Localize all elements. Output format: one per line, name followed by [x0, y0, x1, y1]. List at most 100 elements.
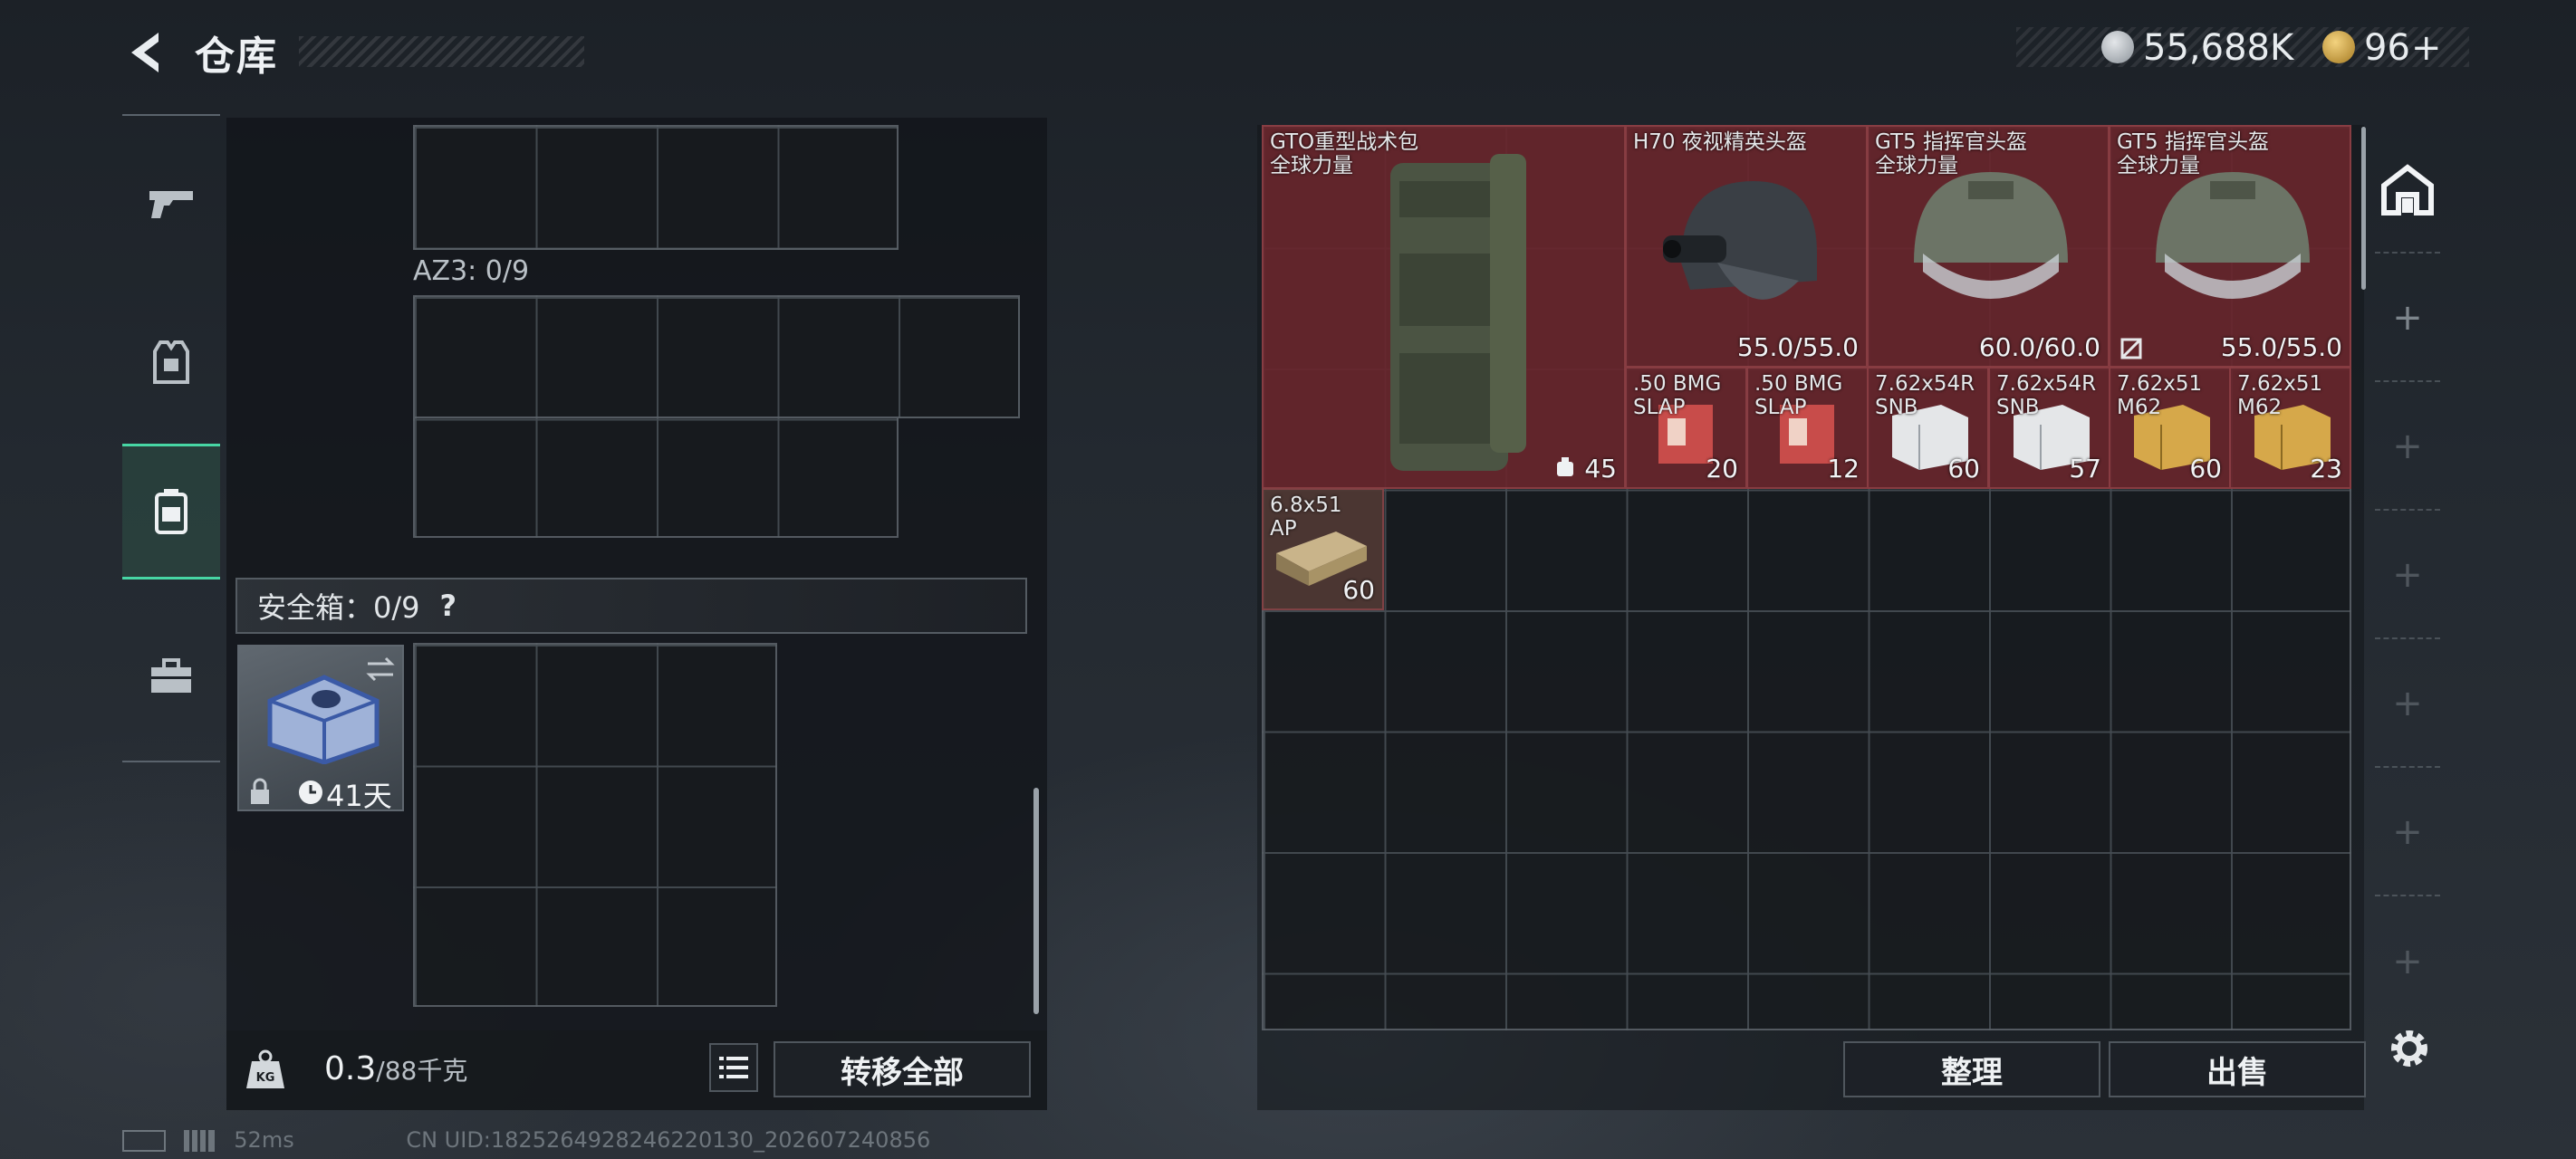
item-value: 57: [2069, 454, 2101, 484]
bag-item-ammo[interactable]: 7.62x51 M62 60: [2109, 367, 2231, 489]
bag-item-ammo[interactable]: .50 BMG SLAP 20: [1625, 367, 1747, 489]
helmet-icon: [1914, 172, 2068, 299]
add-storage-page-button[interactable]: +: [2375, 512, 2440, 639]
weight-icon: KG: [245, 1049, 286, 1090]
weight-max: /88千克: [376, 1056, 468, 1086]
silver-amount: 55,688K: [2143, 27, 2294, 69]
gold-add-button[interactable]: +: [2411, 27, 2442, 69]
backpack-icon: [155, 489, 187, 534]
warehouse-icon: [2381, 164, 2434, 216]
capacity-icon: [1557, 457, 1573, 476]
bag-item-ammo[interactable]: .50 BMG SLAP 12: [1746, 367, 1869, 489]
item-value: 12: [1827, 454, 1860, 484]
bag-item-ammo[interactable]: 7.62x51 M62 23: [2229, 367, 2351, 489]
lock-icon: [251, 778, 269, 804]
toolbox-icon: [151, 658, 191, 693]
pistol-icon: [149, 191, 193, 218]
list-view-button[interactable]: [709, 1043, 758, 1092]
gear-icon: [2391, 1030, 2427, 1067]
armor-vest-icon: [153, 340, 189, 384]
safe-box-header: 安全箱：0/9 ?: [235, 578, 1027, 634]
settings-button[interactable]: [2384, 1023, 2435, 1074]
swap-icon[interactable]: [364, 656, 397, 683]
safe-help-button[interactable]: ?: [440, 589, 457, 623]
backpack-item-icon: [1390, 154, 1526, 471]
safe-box-item[interactable]: 41天: [237, 645, 404, 813]
item-name: 7.62x51 M62: [2117, 372, 2203, 419]
add-storage-page-button[interactable]: +: [2375, 898, 2440, 1025]
uid-text: CN UID:1825264928246220130_202607240856: [406, 1127, 931, 1153]
gold-coin-icon: [2322, 31, 2355, 63]
container-grid-az3-a[interactable]: [413, 295, 1020, 418]
item-value: 60: [1947, 454, 1980, 484]
bag-item-ammo[interactable]: 7.62x54R SNB 57: [1988, 367, 2110, 489]
plus-icon: +: [2392, 811, 2423, 853]
bag-item-backpack[interactable]: GTO重型战术包 全球力量 45: [1262, 125, 1626, 489]
weight-badge-text: KG: [256, 1071, 275, 1085]
item-name: GTO重型战术包 全球力量: [1270, 130, 1419, 177]
item-name: 7.62x51 M62: [2237, 372, 2323, 419]
safe-box-label: 安全箱：0/9: [257, 590, 420, 625]
right-scrollbar[interactable]: [2361, 127, 2366, 290]
battery-icon: [122, 1130, 166, 1152]
tab-toolbox[interactable]: [122, 608, 220, 744]
helmet-icon: [2156, 172, 2310, 299]
plus-icon: +: [2392, 941, 2423, 982]
item-name: .50 BMG SLAP: [1633, 372, 1722, 419]
bag-item-helmet-h70[interactable]: H70 夜视精英头盔 55.0/55.0: [1625, 125, 1868, 368]
left-scrollbar[interactable]: [1033, 788, 1039, 1014]
item-name: 7.62x54R SNB: [1996, 372, 2097, 419]
item-name: GT5 指挥官头盔 全球力量: [2117, 130, 2269, 177]
plus-icon: +: [2392, 683, 2423, 724]
bag-item-helmet-gt5-2[interactable]: GT5 指挥官头盔 全球力量 55.0/55.0: [2109, 125, 2351, 368]
gold-amount: 96: [2364, 27, 2410, 69]
item-value: 45: [1584, 454, 1617, 484]
tab-backpack[interactable]: [122, 444, 220, 580]
add-storage-page-button[interactable]: +: [2375, 255, 2440, 382]
ping-text: 52ms: [234, 1127, 294, 1153]
list-icon: [719, 1057, 748, 1078]
item-value: 20: [1706, 454, 1738, 484]
item-name: 7.62x54R SNB: [1875, 372, 1975, 419]
add-storage-page-button[interactable]: +: [2375, 641, 2440, 768]
broken-armor-icon: [2120, 338, 2142, 359]
status-bar: 52ms CN UID:1825264928246220130_20260724…: [122, 1127, 930, 1153]
tab-armor[interactable]: [122, 294, 220, 430]
container-grid-top[interactable]: [413, 125, 899, 250]
storage-page-main[interactable]: [2375, 127, 2440, 254]
page-title: 仓库: [195, 34, 278, 80]
item-name: .50 BMG SLAP: [1754, 372, 1843, 419]
plus-icon: +: [2392, 426, 2423, 467]
back-icon[interactable]: [122, 27, 168, 78]
container-label: AZ3: 0/9: [413, 255, 530, 287]
add-storage-page-button[interactable]: +: [2375, 770, 2440, 896]
safe-box-grid[interactable]: [413, 643, 777, 1007]
weight-readout: 0.3/88千克: [324, 1050, 467, 1087]
sell-button[interactable]: 出售: [2109, 1041, 2366, 1097]
signal-icon: [183, 1130, 215, 1152]
item-value: 23: [2310, 454, 2342, 484]
item-value: 60.0/60.0: [1978, 332, 2100, 362]
weight-value: 0.3: [324, 1050, 377, 1087]
tab-weapons[interactable]: [122, 136, 220, 272]
title-decoration: [299, 36, 584, 67]
bag-item-ammo[interactable]: 6.8x51 AP 60: [1262, 488, 1384, 610]
transfer-all-button[interactable]: 转移全部: [774, 1041, 1031, 1097]
item-value: 60: [1342, 575, 1375, 605]
sort-button[interactable]: 整理: [1843, 1041, 2100, 1097]
item-name: H70 夜视精英头盔: [1633, 130, 1807, 154]
item-name: GT5 指挥官头盔 全球力量: [1875, 130, 2027, 177]
add-storage-page-button[interactable]: +: [2375, 384, 2440, 511]
item-name: 6.8x51 AP: [1270, 493, 1342, 541]
night-vision-helmet-icon: [1663, 181, 1817, 300]
bag-item-helmet-gt5[interactable]: GT5 指挥官头盔 全球力量 60.0/60.0: [1867, 125, 2110, 368]
container-grid-az3-b[interactable]: [413, 417, 899, 538]
item-value: 55.0/55.0: [2220, 332, 2342, 362]
silver-coin-icon: [2101, 31, 2134, 63]
clock-icon: [299, 781, 322, 804]
bag-item-ammo[interactable]: 7.62x54R SNB 60: [1867, 367, 1989, 489]
plus-icon: +: [2392, 554, 2423, 596]
item-value: 60: [2189, 454, 2222, 484]
safe-box-timer: 41天: [326, 779, 392, 813]
currency-bar: 55,688K 96 +: [2016, 27, 2469, 69]
